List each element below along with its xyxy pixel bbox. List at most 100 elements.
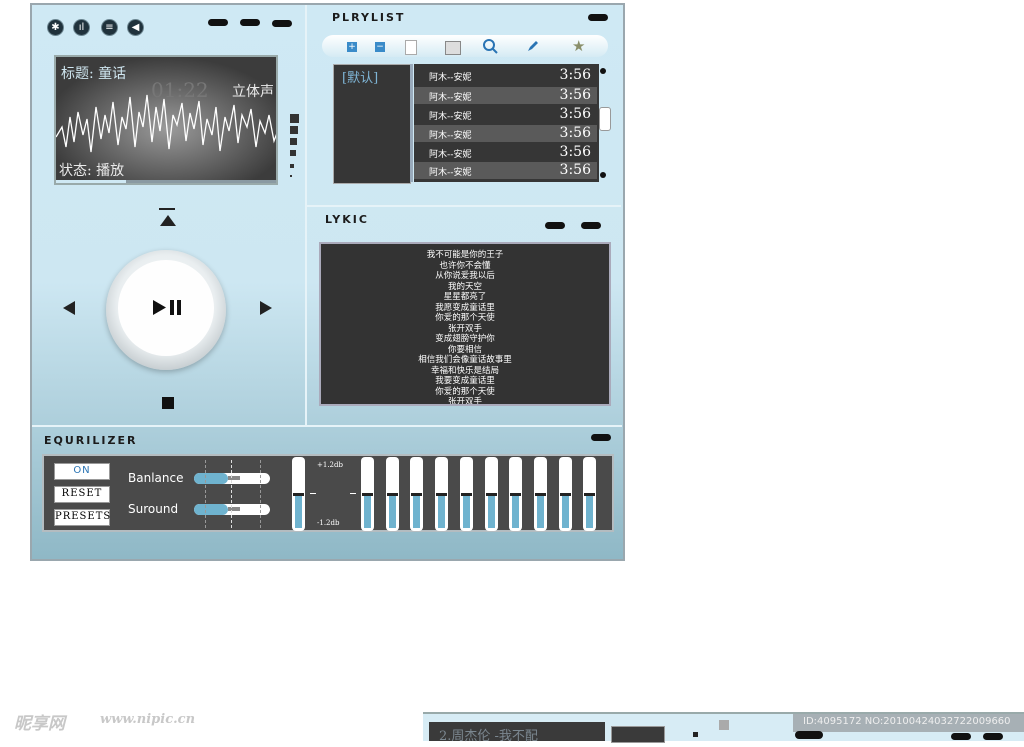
eq-zero-mark (310, 493, 316, 494)
audio-mode: 立体声 (232, 84, 274, 100)
lyric-line: 我不可能是你的王子 (426, 250, 504, 260)
image-id-text: ID:4095172 NO:20100424032722009660 (803, 716, 1011, 727)
equalizer-close-button[interactable] (591, 434, 611, 441)
lyric-line: 我的天空 (447, 281, 482, 292)
vertical-divider (305, 5, 307, 425)
stop-button[interactable] (162, 397, 174, 409)
eq-band-slider[interactable] (583, 457, 596, 531)
remove-icon[interactable]: − (375, 42, 385, 52)
eq-max-label: +1.2db (317, 461, 343, 469)
default-group[interactable]: [默认] (342, 67, 378, 86)
scroll-up-button[interactable] (600, 68, 606, 74)
elapsed-time: 01:22 (151, 78, 209, 102)
volume-level-4[interactable] (290, 150, 296, 156)
pane-splitter[interactable] (410, 64, 413, 182)
lyric-line: 张开双手 (447, 323, 482, 334)
eq-divider (32, 425, 622, 427)
track-title: 标题: 童话 (61, 66, 127, 82)
track-row[interactable]: 阿木--安妮 3:56 (414, 144, 597, 161)
mini-button[interactable] (795, 731, 823, 739)
progress-bar[interactable] (56, 180, 276, 183)
mute-icon[interactable]: ◀ (127, 19, 144, 36)
track-row[interactable]: 阿木--安妮 3:56 (414, 125, 597, 142)
section-divider (307, 205, 621, 207)
file-icon[interactable] (405, 40, 417, 55)
lyric-line: 你要相信 (447, 344, 482, 355)
minimize-button[interactable] (208, 19, 228, 26)
eq-presets-button[interactable]: PRESETS (54, 509, 110, 526)
mini-player-preview: 2.周杰伦 -我不配 ID:4095172 NO:201004240327220… (423, 712, 1024, 744)
eq-min-label: -1.2db (317, 519, 340, 527)
eq-zero-mark (350, 493, 356, 494)
tick-marker (260, 460, 262, 528)
mini-volume-indicator (719, 720, 729, 730)
track-row[interactable]: 阿木--安妮 3:56 (414, 106, 597, 123)
volume-level-1[interactable] (290, 114, 299, 123)
image-id-banner: ID:4095172 NO:20100424032722009660 (793, 714, 1024, 732)
mini-screen: 2.周杰伦 -我不配 (429, 722, 605, 744)
eq-band-slider[interactable] (361, 457, 374, 531)
edit-icon[interactable] (526, 39, 540, 53)
list-view-icon[interactable] (445, 41, 461, 55)
lyric-line: 你爱的那个天使 (435, 313, 495, 323)
list-icon[interactable]: ≡ (101, 19, 118, 36)
previous-icon[interactable] (62, 300, 76, 316)
playlist-toolbar (322, 35, 608, 57)
track-list: 阿木--安妮 3:56 阿木--安妮 3:56 阿木--安妮 3:56 阿木--安妮 3… (414, 64, 599, 182)
track-row[interactable]: 阿木--安妮 3:56 (414, 67, 597, 84)
equalizer-title: EQURILIZER (44, 434, 138, 447)
eq-band-slider[interactable] (559, 457, 572, 531)
lyric-line: 也许你不会懂 (439, 260, 491, 271)
preamp-slider[interactable] (292, 457, 305, 531)
close-button[interactable] (272, 20, 292, 27)
lyric-close-button[interactable] (581, 222, 601, 229)
next-icon[interactable] (259, 300, 273, 316)
scroll-down-button[interactable] (600, 172, 606, 178)
track-row[interactable]: 阿木--安妮 3:56 (414, 162, 597, 179)
eq-band-slider[interactable] (410, 457, 423, 531)
lyric-line: 从你说爱我以后 (435, 271, 495, 281)
eq-band-slider[interactable] (534, 457, 547, 531)
lyric-line: 相信我们会像童话故事里 (418, 355, 512, 365)
add-icon[interactable]: + (347, 42, 357, 52)
eq-band-slider[interactable] (509, 457, 522, 531)
lyric-line: 变成翅膀守护你 (435, 334, 495, 344)
play-pause-button[interactable] (106, 250, 226, 370)
lyric-minimize-button[interactable] (545, 222, 565, 229)
volume-level-5[interactable] (290, 164, 294, 168)
lyric-line: 星星都亮了 (443, 292, 487, 302)
mini-track-title: 2.周杰伦 -我不配 (439, 729, 538, 744)
favorite-icon[interactable]: ★ (572, 37, 585, 55)
snowflake-icon[interactable]: ✱ (47, 19, 64, 36)
eject-button[interactable] (159, 208, 177, 230)
track-row[interactable]: 阿木--安妮 3:56 (414, 87, 597, 104)
mini-volume-indicator (693, 732, 698, 737)
playlist-title: PLRYLIST (332, 11, 406, 24)
play-pause-icon (153, 300, 181, 315)
playlist-scrollbar-thumb[interactable] (599, 107, 611, 131)
volume-level-2[interactable] (290, 126, 298, 134)
equalizer-icon[interactable]: ıl (73, 19, 90, 36)
maximize-button[interactable] (240, 19, 260, 26)
eq-reset-button[interactable]: RESET (54, 486, 110, 503)
lyric-line: 你爱的那个天使 (435, 386, 495, 397)
lyric-line: 张开双手 (447, 397, 482, 406)
site-logo: 昵享网 (14, 714, 65, 734)
eq-on-button[interactable]: ON (54, 463, 110, 480)
progress-fill (56, 180, 126, 183)
eq-band-slider[interactable] (460, 457, 473, 531)
volume-level-6[interactable] (290, 175, 292, 177)
center-marker (231, 460, 233, 528)
playlist-close-button[interactable] (588, 14, 608, 21)
eq-band-slider[interactable] (435, 457, 448, 531)
lyric-line: 我愿变成童话里 (435, 302, 495, 313)
surround-label: Suround (128, 502, 179, 516)
eq-band-slider[interactable] (485, 457, 498, 531)
lyric-line: 我要变成童话里 (435, 376, 495, 386)
search-icon[interactable] (482, 38, 498, 54)
watermark-url: www.nipic.cn (100, 712, 196, 727)
volume-level-3[interactable] (290, 138, 297, 145)
eq-band-slider[interactable] (386, 457, 399, 531)
playlist-groups: [默认] (333, 64, 411, 184)
tick-marker (205, 460, 207, 528)
